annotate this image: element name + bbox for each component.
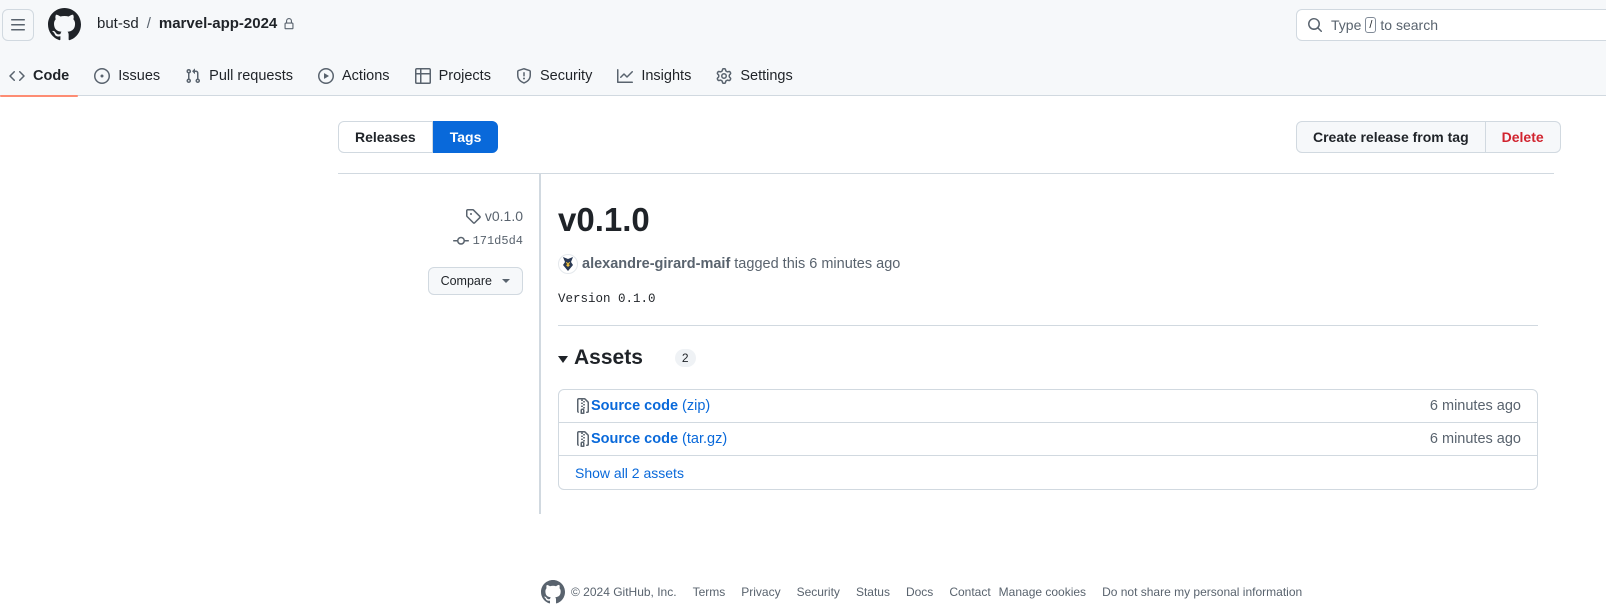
graph-icon [617, 69, 634, 83]
assets-count-badge: 2 [674, 349, 696, 367]
chevron-down-icon [502, 279, 510, 283]
tagged-text: tagged this 6 minutes ago [734, 256, 901, 272]
tab-security[interactable]: Security [507, 56, 601, 96]
create-release-button[interactable]: Create release from tag [1296, 121, 1486, 153]
tab-code-label: Code [33, 68, 70, 84]
tag-link[interactable]: v0.1.0 [465, 208, 523, 224]
breadcrumb-separator: / [146, 15, 151, 32]
tag-label: v0.1.0 [484, 208, 523, 224]
search-suffix: to search [1380, 17, 1439, 33]
file-zip-icon [577, 431, 589, 447]
commit-link[interactable]: 171d5d4 [452, 233, 523, 249]
tab-projects[interactable]: Projects [406, 56, 500, 96]
tab-code[interactable]: Code [0, 56, 79, 97]
list-item: Source code (zip) 6 minutes ago [559, 390, 1537, 423]
delete-button[interactable]: Delete [1485, 121, 1561, 153]
releases-tags-toggle: Releases Tags [338, 121, 499, 153]
repo-nav: Code Issues Pull requests Actions Projec… [0, 56, 809, 97]
github-logo-icon[interactable] [48, 8, 81, 41]
repo-name-link[interactable]: marvel-app-2024 [159, 15, 277, 32]
tag-actions: Create release from tag Delete [1296, 121, 1561, 153]
tab-insights[interactable]: Insights [608, 56, 700, 96]
repo-owner-link[interactable]: but-sd [97, 15, 139, 32]
avatar[interactable] [558, 254, 578, 274]
pull-request-icon [186, 68, 201, 84]
asset-time: 6 minutes ago [1429, 431, 1521, 447]
footer-link-terms[interactable]: Terms [693, 585, 726, 599]
table-icon [414, 68, 431, 84]
asset-link-zip[interactable]: Source code (zip) [575, 398, 710, 414]
avatar-icon [563, 257, 573, 271]
compare-label: Compare [440, 274, 492, 288]
releases-button[interactable]: Releases [338, 121, 433, 153]
tags-button[interactable]: Tags [432, 121, 499, 153]
search-icon [1308, 18, 1323, 33]
assets-title: Assets [574, 346, 643, 369]
asset-format: (zip) [682, 398, 711, 414]
footer-link-privacy[interactable]: Privacy [741, 585, 780, 599]
tab-projects-label: Projects [438, 68, 491, 84]
tab-security-label: Security [539, 68, 593, 84]
gear-icon [716, 68, 732, 84]
assets-toggle[interactable]: Assets 2 [558, 346, 696, 370]
tagger-line: alexandre-girard-maif tagged this 6 minu… [558, 254, 900, 274]
asset-name: Source code [591, 431, 679, 447]
release-body: Version 0.1.0 [558, 292, 656, 306]
asset-name: Source code [591, 398, 679, 414]
code-icon [9, 70, 25, 82]
footer: © 2024 GitHub, Inc. Terms Privacy Securi… [541, 580, 1318, 604]
compare-button[interactable]: Compare [427, 267, 523, 295]
tab-pull-requests-label: Pull requests [209, 68, 293, 84]
tab-settings[interactable]: Settings [707, 56, 801, 96]
lock-icon [283, 17, 295, 30]
search-input[interactable]: Type / to search [1296, 9, 1606, 41]
tagger-name[interactable]: alexandre-girard-maif [582, 256, 730, 272]
commit-sha: 171d5d4 [472, 234, 523, 248]
divider [558, 325, 1538, 326]
file-zip-icon [577, 398, 589, 414]
shield-icon [516, 68, 531, 84]
app-header: but-sd / marvel-app-2024 Type / to searc… [0, 0, 1606, 97]
tab-issues-label: Issues [118, 68, 161, 84]
footer-link-docs[interactable]: Docs [906, 585, 933, 599]
release-title[interactable]: v0.1.0 [558, 201, 650, 239]
asset-time: 6 minutes ago [1429, 398, 1521, 414]
tab-settings-label: Settings [740, 68, 793, 84]
footer-link-contact[interactable]: Contact [949, 585, 990, 599]
github-logo-icon [541, 580, 565, 604]
issue-icon [94, 68, 111, 84]
triangle-down-icon [558, 355, 568, 363]
tab-pull-requests[interactable]: Pull requests [176, 56, 302, 96]
search-prefix: Type [1331, 17, 1362, 33]
search-shortcut-key: / [1365, 17, 1377, 33]
footer-link-do-not-share[interactable]: Do not share my personal information [1102, 585, 1302, 599]
commit-icon [452, 236, 469, 245]
tab-insights-label: Insights [641, 68, 692, 84]
assets-list: Source code (zip) 6 minutes ago Source c… [558, 389, 1538, 490]
hamburger-icon [11, 19, 25, 31]
release-meta: v0.1.0 171d5d4 Compare [338, 174, 541, 514]
tab-actions-label: Actions [342, 68, 390, 84]
play-icon [318, 68, 334, 84]
tag-icon [465, 209, 481, 224]
asset-format: (tar.gz) [682, 431, 728, 447]
show-all-assets-link[interactable]: Show all 2 assets [559, 456, 1537, 489]
footer-link-security[interactable]: Security [797, 585, 840, 599]
footer-link-manage-cookies[interactable]: Manage cookies [999, 585, 1086, 599]
footer-copyright: © 2024 GitHub, Inc. [571, 585, 677, 599]
footer-link-status[interactable]: Status [856, 585, 890, 599]
breadcrumb: but-sd / marvel-app-2024 [97, 15, 295, 32]
menu-button[interactable] [2, 9, 34, 41]
tab-actions[interactable]: Actions [309, 56, 399, 96]
tab-issues[interactable]: Issues [85, 56, 169, 96]
asset-link-targz[interactable]: Source code (tar.gz) [575, 431, 727, 447]
list-item: Source code (tar.gz) 6 minutes ago [559, 423, 1537, 456]
